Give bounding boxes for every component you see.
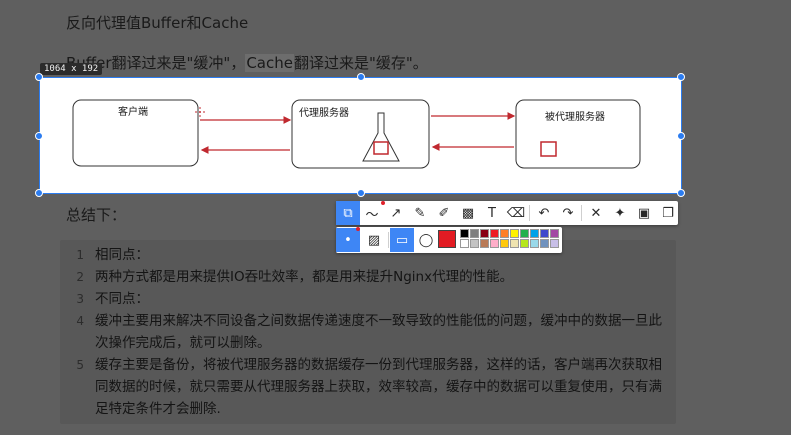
active-indicator-dot — [381, 201, 385, 205]
color-swatch[interactable] — [550, 239, 559, 248]
color-palette — [460, 229, 560, 251]
numbered-list: 1 相同点： 2 两种方式都是用来提供IO吞吐效率，都是用来提升Nginx代理的… — [60, 240, 676, 424]
color-swatch[interactable] — [530, 229, 539, 238]
list-item-text: 两种方式都是用来提供IO吞吐效率，都是用来提升Nginx代理的性能。 — [95, 269, 514, 285]
buffer-cache-note: Buffer翻译过来是"缓冲"，Cache翻译过来是"缓存"。 — [66, 52, 428, 73]
line-number: 1 — [76, 248, 84, 262]
hatch-fill-icon[interactable]: ▨ — [362, 228, 386, 252]
resize-handle-right[interactable] — [677, 132, 685, 140]
color-swatch[interactable] — [460, 239, 469, 248]
color-swatch[interactable] — [520, 239, 529, 248]
resize-handle-bottom[interactable] — [357, 189, 365, 197]
divider — [581, 205, 582, 221]
list-item-text: 不同点： — [95, 291, 149, 307]
arrow-icon[interactable]: ↗ — [384, 201, 408, 225]
screenshot-selection[interactable]: 客户端 代理服务器 被代理服务器 — [35, 73, 685, 197]
resize-handle-top-right[interactable] — [677, 73, 685, 81]
divider — [529, 205, 530, 221]
color-swatch[interactable] — [540, 239, 549, 248]
proxy-diagram: 客户端 代理服务器 被代理服务器 — [72, 99, 641, 169]
freehand-line-icon[interactable]: 〜 — [360, 201, 384, 225]
color-swatch[interactable] — [490, 229, 499, 238]
color-swatch[interactable] — [540, 229, 549, 238]
mosaic-icon[interactable]: ▩ — [456, 201, 480, 225]
client-label: 客户端 — [118, 105, 148, 118]
section-heading: 反向代理值Buffer和Cache — [66, 14, 249, 32]
list-item-text: 缓冲主要用来解决不同设备之间数据传递速度不一致导致的性能低的问题，缓冲中的数据一… — [95, 313, 662, 351]
copy-icon[interactable]: ❐ — [656, 201, 680, 225]
resize-handle-bottom-right[interactable] — [677, 189, 685, 197]
proxy-label: 代理服务器 — [299, 106, 349, 119]
style-toolbar: • ▨ ▭ ◯ — [336, 227, 562, 253]
color-swatch[interactable] — [530, 239, 539, 248]
color-swatch[interactable] — [490, 239, 499, 248]
size-small-icon[interactable]: • — [336, 228, 360, 252]
save-icon[interactable]: ▣ — [632, 201, 656, 225]
color-swatch[interactable] — [480, 229, 489, 238]
color-swatch[interactable] — [460, 229, 469, 238]
color-swatch[interactable] — [480, 239, 489, 248]
capture-size-label: 1064 x 192 — [40, 63, 103, 75]
line-number: 2 — [76, 270, 84, 284]
color-swatch[interactable] — [510, 239, 519, 248]
undo-icon[interactable]: ↶ — [532, 201, 556, 225]
rectangle-shape-icon[interactable]: ▭ — [390, 228, 414, 252]
note-text-cache-highlight: Cache — [245, 54, 294, 72]
marker-icon[interactable]: ✐ — [432, 201, 456, 225]
close-icon[interactable]: ✕ — [584, 201, 608, 225]
select-shape-icon[interactable]: ⧉ — [336, 201, 360, 225]
line-number: 5 — [76, 358, 84, 372]
backend-box — [515, 99, 641, 169]
annotation-toolbar: ⧉ 〜 ↗ ✎ ✐ ▩ T ⌫ ↶ ↷ ✕ ✦ ▣ ❐ — [336, 201, 678, 225]
resize-handle-bottom-left[interactable] — [35, 189, 43, 197]
divider — [388, 232, 389, 248]
line-number: 3 — [76, 292, 84, 306]
color-swatch[interactable] — [470, 229, 479, 238]
color-swatch[interactable] — [550, 229, 559, 238]
resize-handle-top-left[interactable] — [35, 73, 43, 81]
color-swatch[interactable] — [500, 229, 509, 238]
color-swatch[interactable] — [510, 229, 519, 238]
eraser-icon[interactable]: ⌫ — [504, 201, 528, 225]
ellipse-shape-icon[interactable]: ◯ — [414, 228, 438, 252]
color-swatch[interactable] — [500, 239, 509, 248]
text-icon[interactable]: T — [480, 201, 504, 225]
list-item-text: 缓存主要是备份，将被代理服务器的数据缓存一份到代理服务器，这样的话，客户端再次获… — [95, 357, 662, 417]
selected-color-swatch[interactable] — [438, 230, 456, 248]
redo-icon[interactable]: ↷ — [556, 201, 580, 225]
line-number: 4 — [76, 314, 84, 328]
pen-icon[interactable]: ✎ — [408, 201, 432, 225]
pin-icon[interactable]: ✦ — [608, 201, 632, 225]
color-swatch[interactable] — [520, 229, 529, 238]
color-swatch[interactable] — [470, 239, 479, 248]
resize-handle-top[interactable] — [357, 73, 365, 81]
note-text-rest: 翻译过来是"缓存"。 — [293, 54, 428, 72]
style-indicator-dot — [356, 227, 360, 231]
backend-label: 被代理服务器 — [545, 110, 605, 123]
summary-title: 总结下： — [66, 206, 127, 224]
resize-handle-left[interactable] — [35, 132, 43, 140]
